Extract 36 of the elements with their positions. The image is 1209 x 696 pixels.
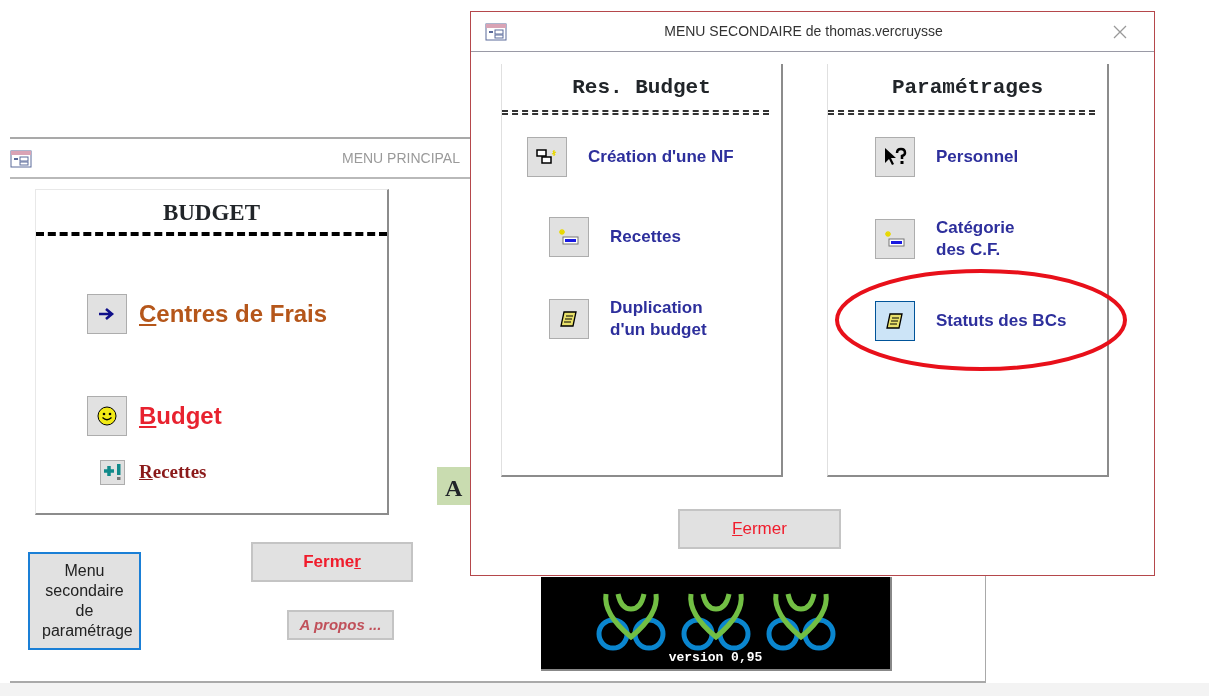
smiley-button[interactable]: [87, 396, 127, 436]
panel-title: Paramétrages: [828, 64, 1109, 110]
form-icon: [485, 23, 507, 42]
scroll-button[interactable]: [875, 301, 915, 341]
menu-option[interactable]: Recettes: [139, 458, 207, 487]
smiley-icon: [97, 406, 117, 426]
pointer-help-icon: [883, 147, 907, 167]
menu-option[interactable]: Statuts des BCs: [936, 310, 1067, 332]
menu-option[interactable]: Recettes: [610, 226, 681, 248]
scroll-button[interactable]: [549, 299, 589, 339]
window-title: MENU PRINCIPAL: [342, 148, 460, 168]
scroll-icon: [559, 310, 579, 328]
plus-icon: [102, 463, 123, 482]
help-button[interactable]: [875, 137, 915, 177]
newrec-button[interactable]: [549, 217, 589, 257]
arrow-button[interactable]: [87, 294, 127, 334]
menu-option[interactable]: Personnel: [936, 146, 1019, 168]
panel-title: Res. Budget: [502, 64, 783, 110]
menu-option[interactable]: Création d'une NF: [588, 146, 734, 168]
scroll-icon: [885, 312, 905, 330]
windows-button[interactable]: [527, 137, 567, 177]
plus-button[interactable]: [100, 459, 125, 485]
arrow-icon: [99, 308, 115, 320]
version-text: version 0,95: [668, 651, 763, 665]
menu-option[interactable]: Centres de Frais: [139, 296, 328, 332]
newrec-button[interactable]: [875, 219, 915, 259]
menu-option[interactable]: Duplication d'un budget: [610, 297, 707, 341]
about-button[interactable]: A propos ...: [287, 610, 394, 640]
new-record-icon: [884, 230, 906, 248]
menu-option[interactable]: Catégorie des C.F.: [936, 217, 1015, 261]
menu-option[interactable]: Budget: [139, 398, 222, 434]
window-title: MENU SECONDAIRE de thomas.vercruysse: [663, 22, 944, 41]
new-record-icon: [558, 228, 580, 246]
panel-title: BUDGET: [36, 190, 387, 236]
settings-menu-button[interactable]: Menu secondaire de paramétrage: [28, 552, 141, 650]
windows-icon: [536, 148, 558, 166]
